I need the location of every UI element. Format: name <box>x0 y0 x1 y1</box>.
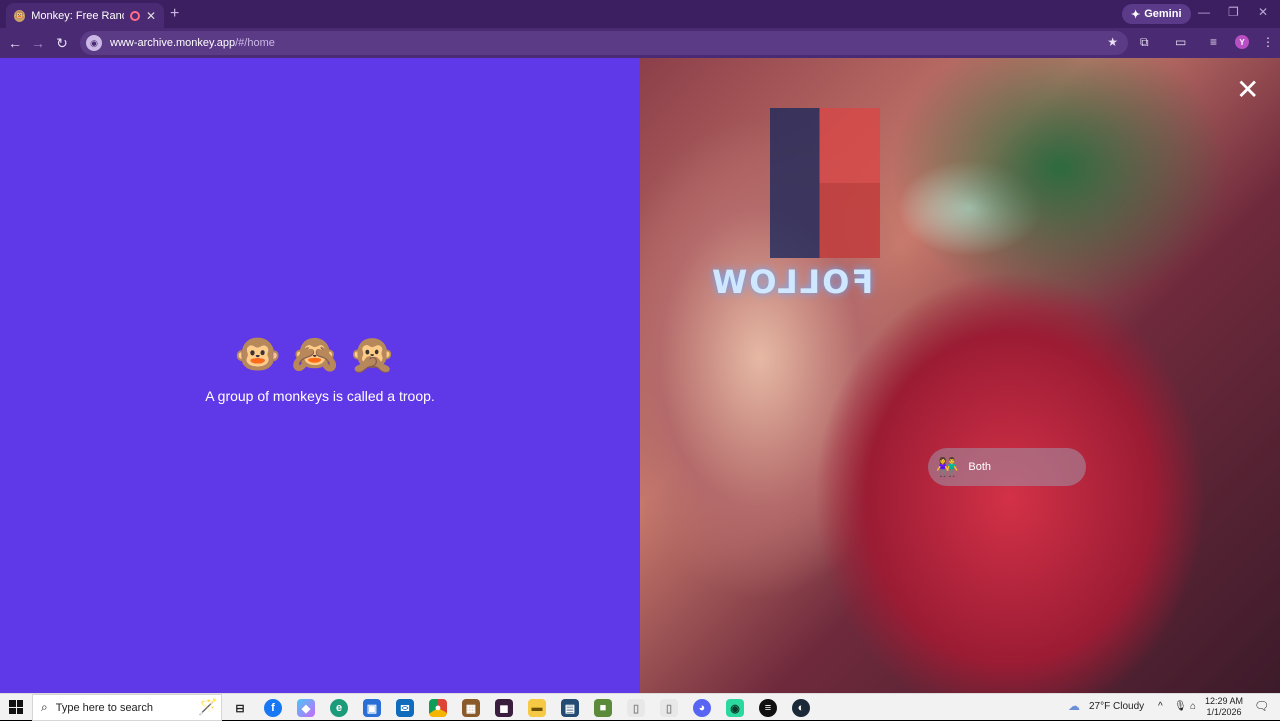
gender-filter-label: Both <box>968 461 992 473</box>
discord-icon[interactable]: ◕ <box>693 699 711 717</box>
clock-time: 12:29 AM <box>1204 696 1244 706</box>
maximize-button[interactable]: ❐ <box>1228 5 1239 19</box>
gender-filter-pill[interactable]: 👫 Both <box>928 448 1086 486</box>
site-info-icon[interactable]: ◉ <box>86 35 102 51</box>
close-video-button[interactable]: ✕ <box>1236 76 1259 104</box>
cloud-icon[interactable]: ☁ <box>1068 699 1080 713</box>
dominican-flag-decor <box>770 108 880 258</box>
game-app-icon[interactable]: ▦ <box>462 699 480 717</box>
steam-icon[interactable]: ◐ <box>792 699 810 717</box>
stranger-waiting-pane: 🐵🙈🙊 A group of monkeys is called a troop… <box>0 58 640 693</box>
couple-icon: 👫 <box>936 456 959 477</box>
taskbar-search-box[interactable]: ⌕ Type here to search 🪄 <box>32 694 222 721</box>
chrome-icon[interactable]: ● <box>429 699 447 717</box>
windows-taskbar: ⌕ Type here to search 🪄 ⊟ f ◆ e ▣ ✉ ● ▦ … <box>0 693 1280 721</box>
window-close-button[interactable]: ✕ <box>1258 5 1268 19</box>
bookmark-star-icon[interactable]: ★ <box>1107 35 1118 49</box>
tray-overflow-icon[interactable]: ^ <box>1158 701 1163 712</box>
store-icon[interactable]: ▣ <box>363 699 381 717</box>
clock-date: 1/1/2026 <box>1206 707 1242 717</box>
new-tab-button[interactable]: + <box>170 5 179 23</box>
url-path: /#/home <box>235 37 275 49</box>
extensions-icon[interactable]: ⧉ <box>1140 35 1149 50</box>
windows-start-icon[interactable] <box>9 700 23 714</box>
roblox-icon[interactable]: ◼ <box>495 699 513 717</box>
recording-indicator-icon <box>130 10 140 21</box>
browser-toolbar: ← → ↻ ◉ www-archive.monkey.app/#/home ★ … <box>0 28 1280 58</box>
mail-icon[interactable]: ✉ <box>396 699 414 717</box>
page-content: 🐵🙈🙊 A group of monkeys is called a troop… <box>0 58 1280 693</box>
cast-icon[interactable]: ▭ <box>1175 35 1186 49</box>
back-button[interactable]: ← <box>7 35 23 51</box>
address-bar[interactable]: ◉ www-archive.monkey.app/#/home ★ <box>80 31 1128 55</box>
edge-icon[interactable]: e <box>330 699 348 717</box>
tab-title: Monkey: Free Random Vide <box>31 9 124 22</box>
minimize-button[interactable]: — <box>1198 5 1210 19</box>
profile-avatar[interactable]: Y <box>1235 35 1249 49</box>
tab-close-icon[interactable]: ✕ <box>146 9 156 23</box>
search-highlight-icon: 🪄 <box>198 699 218 716</box>
neon-follow-sign: FOLLOW <box>710 263 874 301</box>
url-host: www-archive.monkey.app <box>110 37 236 49</box>
gemini-button[interactable]: ✦ Gemini <box>1122 4 1191 24</box>
microphone-icon[interactable]: 🎙 <box>1174 701 1187 712</box>
tab-monkey[interactable]: 🐵 Monkey: Free Random Vide ✕ <box>6 3 164 28</box>
chat-app-icon[interactable]: ◉ <box>726 699 744 717</box>
document-icon-2[interactable]: ▯ <box>660 699 678 717</box>
self-video-feed: FOLLOW ✕ 👫 Both <box>640 58 1280 693</box>
copilot-icon[interactable]: ◆ <box>297 699 315 717</box>
gemini-label: Gemini <box>1144 8 1182 20</box>
url-text: www-archive.monkey.app/#/home <box>110 37 275 49</box>
minecraft-icon[interactable]: ■ <box>594 699 612 717</box>
taskbar-clock[interactable]: 12:29 AM 1/1/2026 <box>1200 696 1248 718</box>
task-view-icon[interactable]: ⊟ <box>231 699 249 717</box>
sparkle-icon: ✦ <box>1131 8 1141 21</box>
menu-kebab-icon[interactable]: ⋮ <box>1262 35 1274 49</box>
monkey-favicon-icon: 🐵 <box>14 9 26 22</box>
file-explorer-icon[interactable]: ▬ <box>528 699 546 717</box>
notifications-icon[interactable]: 🗨 <box>1254 699 1269 713</box>
three-monkeys-emoji: 🐵🙈🙊 <box>234 334 406 376</box>
browser-window: 🐵 Monkey: Free Random Vide ✕ + ✦ Gemini … <box>0 0 1280 58</box>
monkey-fact-text: A group of monkeys is called a troop. <box>205 388 435 404</box>
media-controls-icon[interactable]: ≡ <box>1210 35 1217 49</box>
reload-button[interactable]: ↻ <box>54 35 70 52</box>
tab-strip: 🐵 Monkey: Free Random Vide ✕ + ✦ Gemini … <box>0 0 1280 28</box>
network-icon[interactable]: ⌂ <box>1190 701 1196 712</box>
forward-button[interactable]: → <box>30 35 46 51</box>
weather-condition[interactable]: Cloudy <box>1113 701 1144 712</box>
weather-temp[interactable]: 27°F <box>1089 701 1110 712</box>
document-icon[interactable]: ▯ <box>627 699 645 717</box>
search-placeholder: Type here to search <box>55 701 153 714</box>
terminal-app-icon[interactable]: ▤ <box>561 699 579 717</box>
search-icon: ⌕ <box>41 700 48 714</box>
media-app-icon[interactable]: ≡ <box>759 699 777 717</box>
facebook-icon[interactable]: f <box>264 699 282 717</box>
